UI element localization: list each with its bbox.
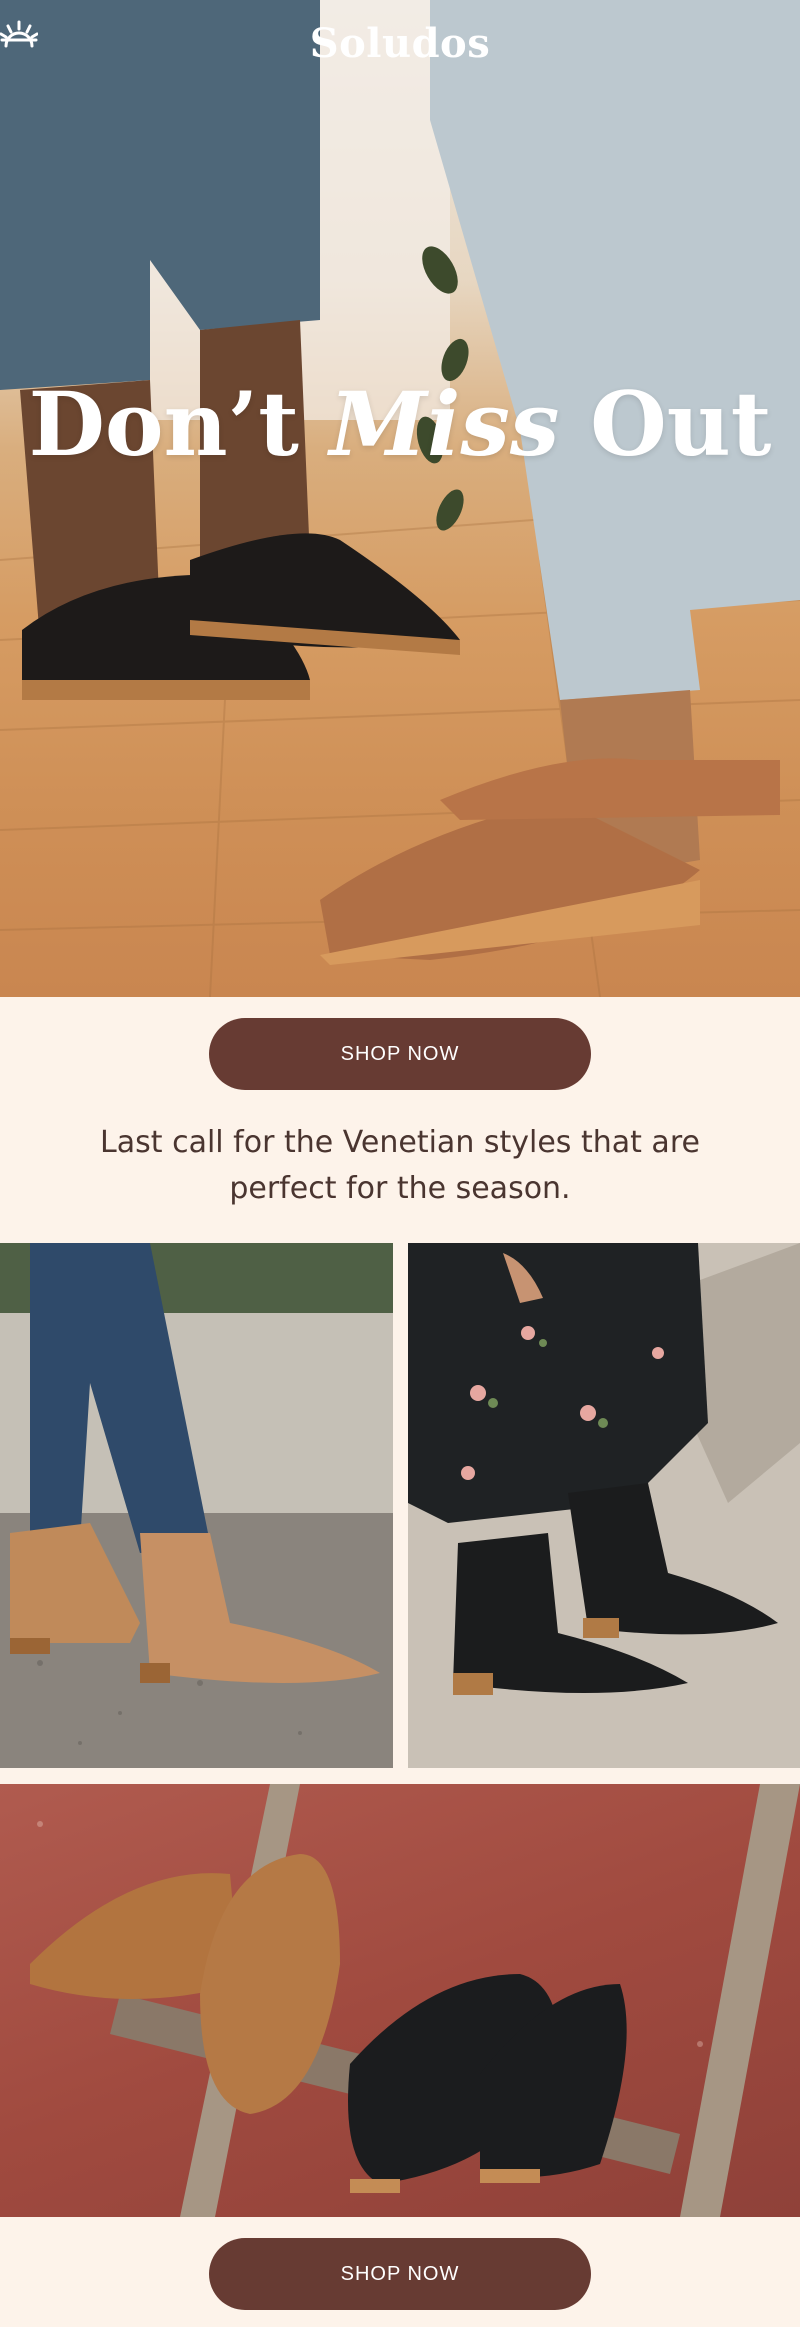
- body-copy: Last call for the Venetian styles that a…: [100, 1125, 700, 1206]
- product-image-black-booties[interactable]: [408, 1243, 800, 1768]
- shop-now-button-secondary[interactable]: SHOP NOW: [209, 2238, 591, 2310]
- product-image-tan-booties[interactable]: [0, 1243, 393, 1768]
- hero-banner[interactable]: Soludos Don’t Miss Out: [0, 0, 800, 997]
- hero-photo: [0, 0, 800, 997]
- brand-logo[interactable]: Soludos: [0, 20, 800, 67]
- headline-italic: Miss: [329, 372, 560, 476]
- product-image-mules-ladder[interactable]: [0, 1784, 800, 2217]
- email-page: Soludos Don’t Miss Out SHOP NOW Last cal…: [0, 0, 800, 2327]
- hero-headline: Don’t Miss Out: [0, 380, 800, 468]
- shop-now-button-primary[interactable]: SHOP NOW: [209, 1018, 591, 1090]
- tan-booties-photo: [0, 1243, 393, 1768]
- sun-icon: [0, 20, 38, 48]
- mules-ladder-photo: [30, 1784, 800, 2217]
- headline-part1: Don’t: [28, 372, 330, 476]
- brand-logo-text: Soludos: [309, 20, 491, 67]
- black-booties-photo: [408, 1243, 800, 1768]
- headline-part2: Out: [559, 372, 772, 476]
